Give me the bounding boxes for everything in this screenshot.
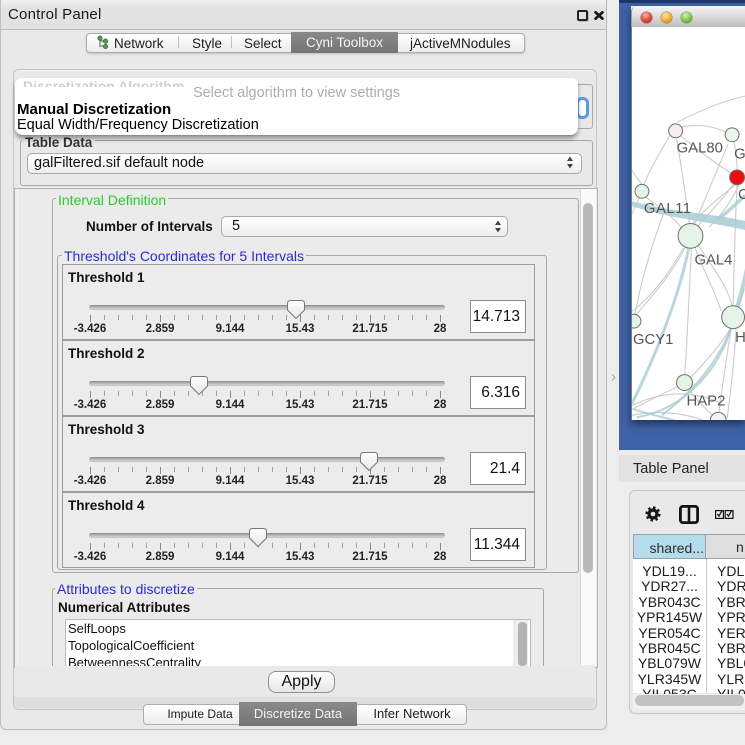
svg-text:HAP2: HAP2 <box>687 393 726 409</box>
svg-text:GAL80: GAL80 <box>677 141 723 157</box>
svg-text:GAL11: GAL11 <box>644 201 692 217</box>
svg-text:GA: GA <box>734 147 745 163</box>
svg-text:GAL4: GAL4 <box>694 253 732 269</box>
svg-text:C: C <box>738 187 745 203</box>
svg-text:GCY1: GCY1 <box>633 332 673 348</box>
svg-text:H: H <box>735 330 745 346</box>
